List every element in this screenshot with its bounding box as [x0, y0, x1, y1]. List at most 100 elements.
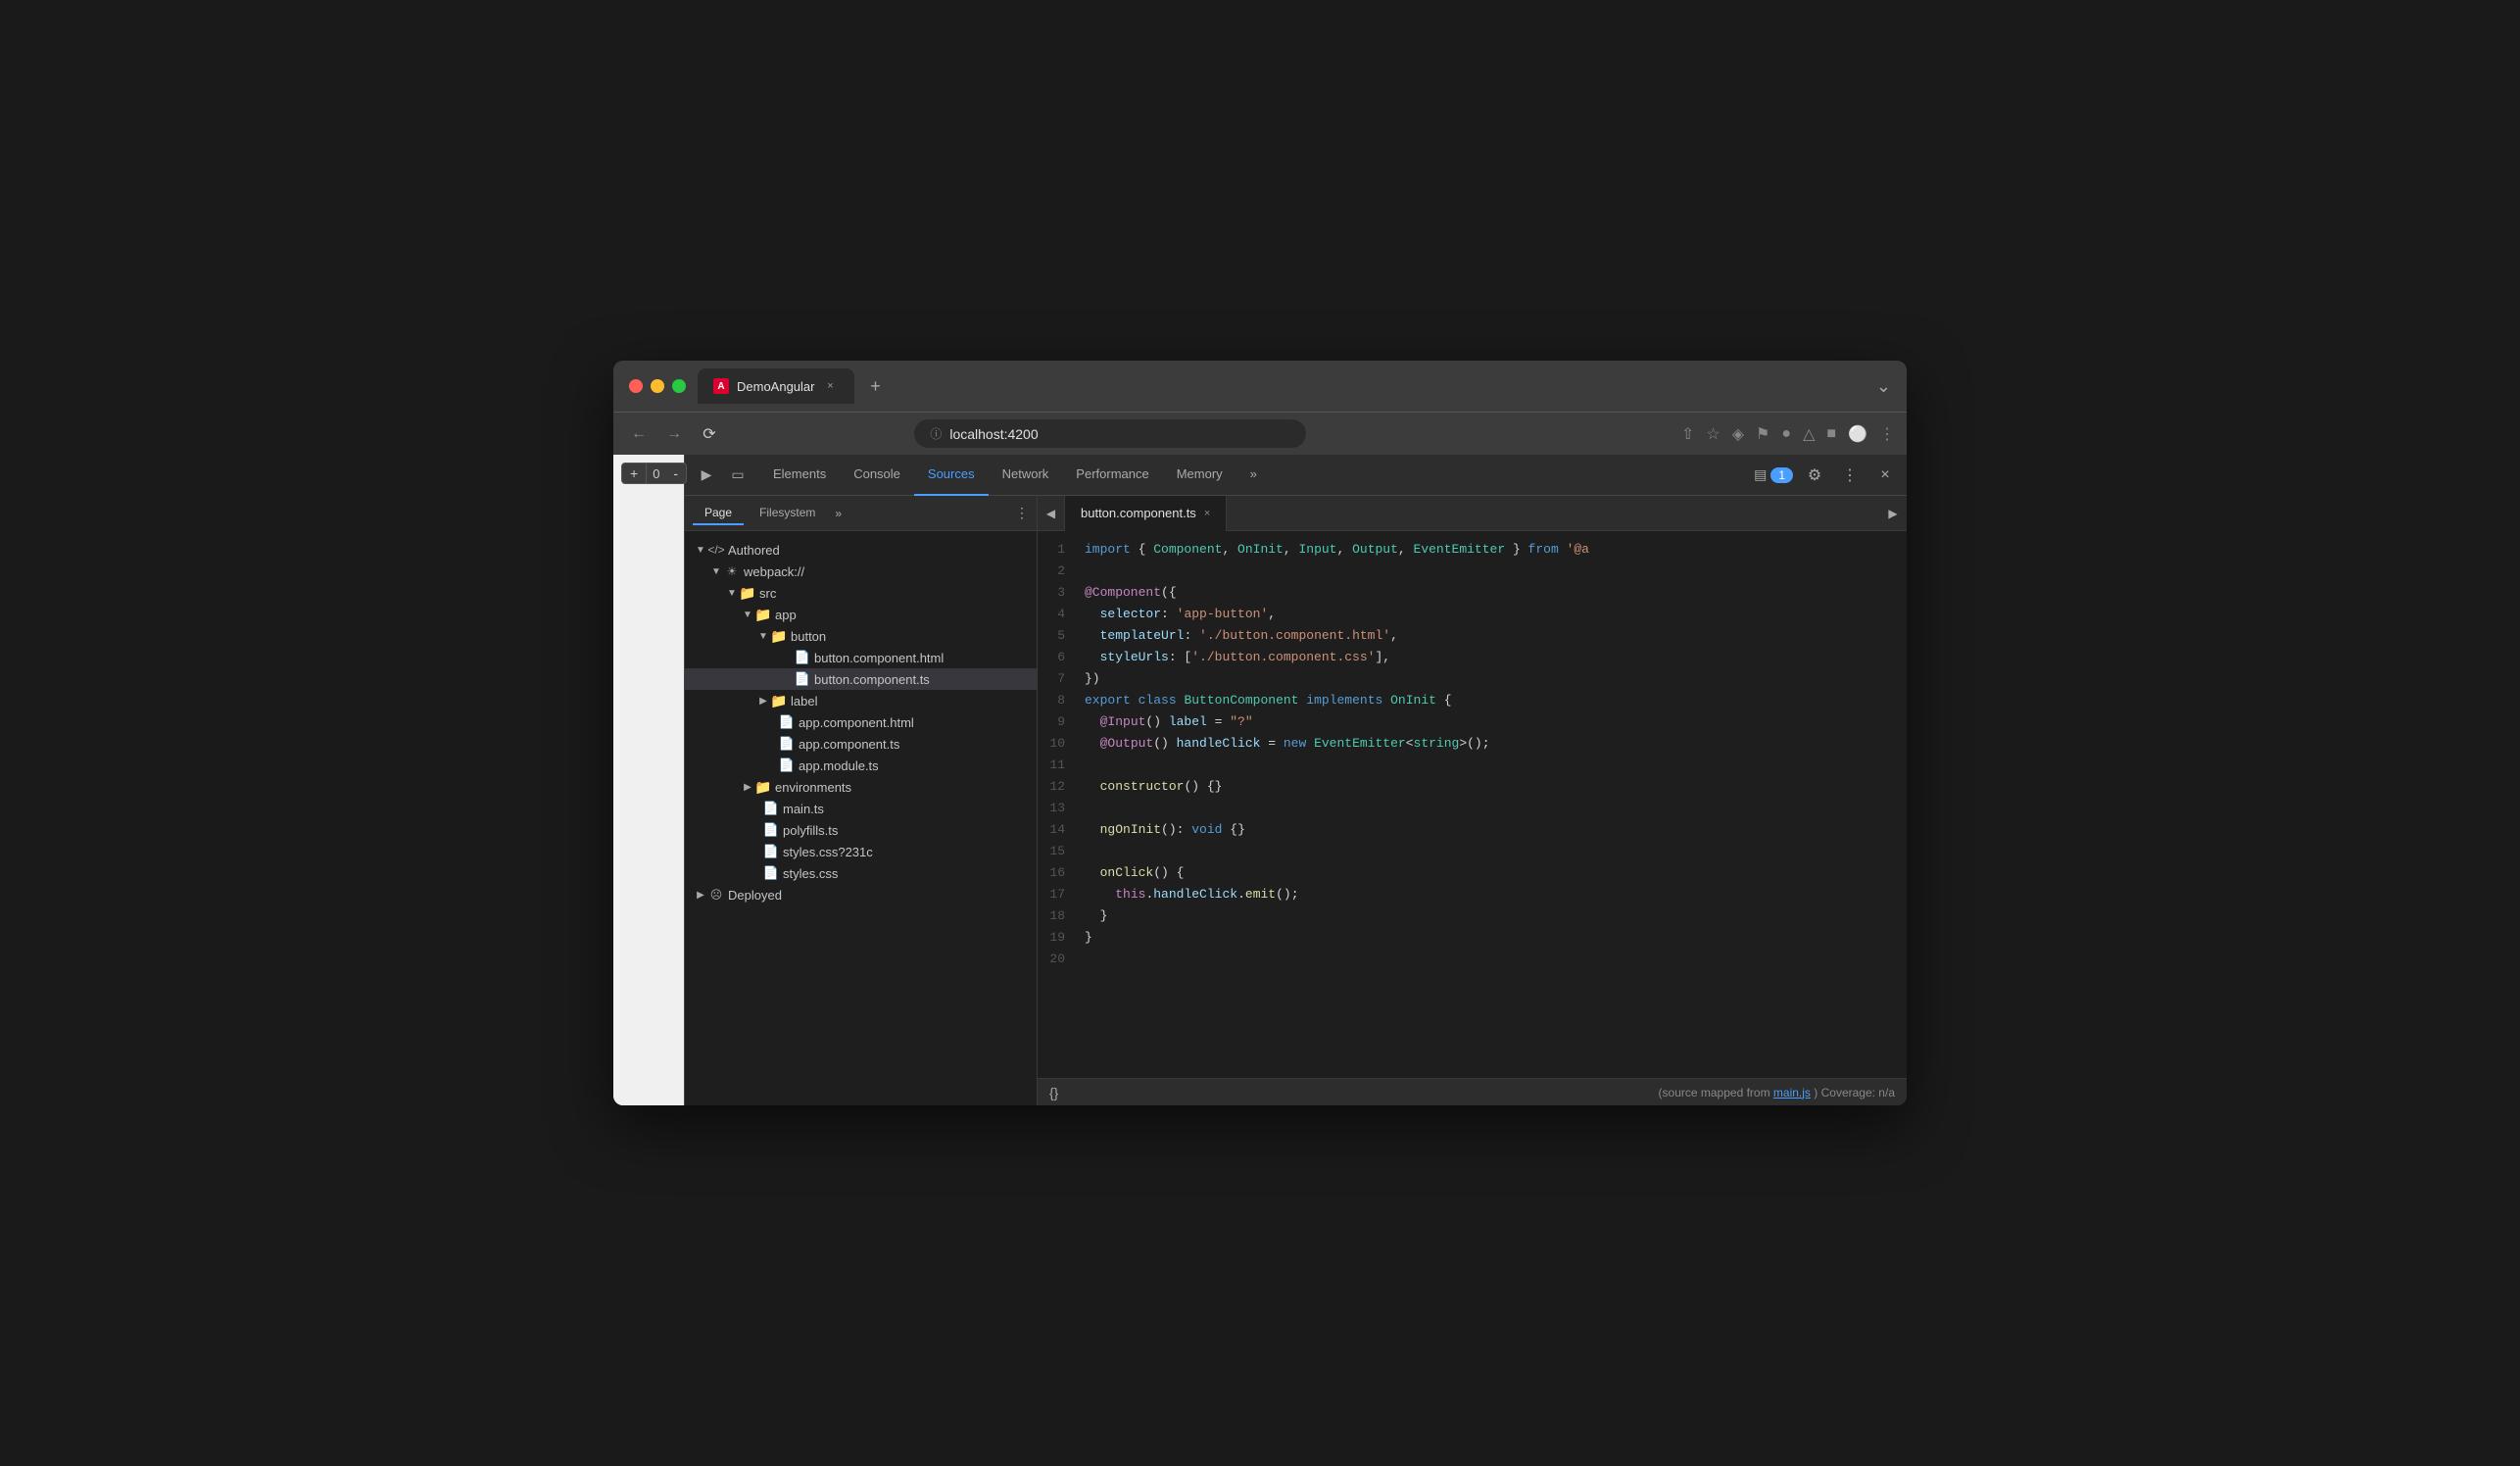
tab-console[interactable]: Console — [840, 455, 914, 496]
title-bar: A DemoAngular × + ⌄ — [613, 361, 1907, 412]
sources-tab-page[interactable]: Page — [693, 502, 744, 525]
forward-button[interactable]: → — [660, 420, 688, 448]
share-icon[interactable]: ⇧ — [1681, 424, 1694, 444]
code-token: , — [1398, 542, 1414, 557]
tree-item-webpack[interactable]: ▼ ☀ webpack:// — [685, 561, 1037, 582]
tab-memory[interactable]: Memory — [1163, 455, 1236, 496]
tab-more[interactable]: » — [1236, 455, 1271, 496]
app-label: app — [775, 608, 797, 622]
code-token: './button.component.css' — [1191, 650, 1375, 664]
code-line: onClick() { — [1085, 862, 1907, 884]
code-token: string — [1414, 736, 1460, 751]
tab-network[interactable]: Network — [989, 455, 1063, 496]
code-content-area[interactable]: 1234567891011121314151617181920 import {… — [1038, 531, 1907, 1078]
devtools-chat-icon[interactable]: ▤ — [1754, 466, 1767, 483]
code-token: , — [1284, 542, 1299, 557]
tree-item-label-folder[interactable]: ▶ 📁 label — [685, 690, 1037, 711]
devtools-close-icon[interactable]: × — [1871, 462, 1899, 489]
code-token: ], — [1375, 650, 1390, 664]
zoom-minus-button[interactable]: - — [665, 464, 686, 483]
tree-item-src[interactable]: ▼ 📁 src — [685, 582, 1037, 604]
code-token: { — [1131, 542, 1153, 557]
tree-item-app-ts[interactable]: ▶ 📄 app.component.ts — [685, 733, 1037, 755]
code-token: . — [1237, 887, 1245, 902]
reload-button[interactable]: ⟳ — [696, 420, 723, 448]
inspect-element-icon[interactable]: ▶ — [693, 462, 720, 489]
code-token: (); — [1276, 887, 1298, 902]
extension5-icon[interactable]: ■ — [1826, 425, 1836, 443]
code-token: (): — [1161, 822, 1191, 837]
tree-item-styles-css[interactable]: ▶ 📄 styles.css — [685, 862, 1037, 884]
tree-item-button-folder[interactable]: ▼ 📁 button — [685, 625, 1037, 647]
maximize-traffic-light[interactable] — [672, 379, 686, 393]
code-token: Output — [1352, 542, 1398, 557]
code-line — [1085, 949, 1907, 970]
editor-tab-close-icon[interactable]: × — [1204, 508, 1210, 519]
tree-item-environments[interactable]: ▶ 📁 environments — [685, 776, 1037, 798]
back-button[interactable]: ← — [625, 420, 653, 448]
line-number: 16 — [1038, 862, 1077, 884]
url-bar[interactable]: ⓘ localhost:4200 — [914, 419, 1306, 448]
menu-icon[interactable]: ⋮ — [1879, 424, 1895, 444]
tab-elements[interactable]: Elements — [759, 455, 840, 496]
browser-tab[interactable]: A DemoAngular × — [698, 368, 854, 404]
extension4-icon[interactable]: △ — [1803, 424, 1815, 444]
tree-item-app-module[interactable]: ▶ 📄 app.module.ts — [685, 755, 1037, 776]
bookmark-icon[interactable]: ☆ — [1706, 424, 1720, 444]
editor-file-tab-active[interactable]: button.component.ts × — [1065, 496, 1227, 531]
window-chevron-icon[interactable]: ⌄ — [1876, 376, 1891, 397]
line-number: 8 — [1038, 690, 1077, 711]
devtools-more-icon[interactable]: ⋮ — [1836, 462, 1864, 489]
page-area: + 0 - — [613, 455, 684, 1105]
sources-tab-filesystem[interactable]: Filesystem — [748, 502, 827, 525]
devtools-settings-icon[interactable]: ⚙ — [1801, 462, 1828, 489]
tree-item-authored[interactable]: ▼ </> Authored — [685, 539, 1037, 561]
tab-performance[interactable]: Performance — [1062, 455, 1162, 496]
folder-button-icon: 📁 — [771, 628, 787, 644]
sources-tab-more-icon[interactable]: » — [835, 507, 842, 520]
code-lines[interactable]: import { Component, OnInit, Input, Outpu… — [1077, 531, 1907, 1078]
device-toolbar-icon[interactable]: ▭ — [724, 462, 751, 489]
format-icon[interactable]: {} — [1049, 1085, 1058, 1100]
tree-item-button-html[interactable]: ▶ 📄 button.component.html — [685, 647, 1037, 668]
tree-item-button-ts[interactable]: ▶ 📄 button.component.ts — [685, 668, 1037, 690]
tree-item-app-html[interactable]: ▶ 📄 app.component.html — [685, 711, 1037, 733]
sources-menu-icon[interactable]: ⋮ — [1015, 505, 1029, 521]
code-token: >(); — [1459, 736, 1489, 751]
extension1-icon[interactable]: ◈ — [1732, 424, 1744, 444]
editor-nav-back-icon[interactable]: ◀ — [1038, 496, 1065, 531]
zoom-plus-button[interactable]: + — [622, 464, 647, 483]
new-tab-button[interactable]: + — [862, 372, 890, 400]
main-content: + 0 - ▶ ▭ Elements Console Sources Netwo… — [613, 455, 1907, 1105]
minimize-traffic-light[interactable] — [651, 379, 664, 393]
code-token: styleUrls — [1100, 650, 1169, 664]
tree-item-deployed[interactable]: ▶ ☹ Deployed — [685, 884, 1037, 905]
code-line — [1085, 798, 1907, 819]
line-number: 15 — [1038, 841, 1077, 862]
src-label: src — [759, 586, 776, 601]
profile-icon[interactable]: ⚪ — [1848, 424, 1867, 444]
extension3-icon[interactable]: ● — [1781, 425, 1791, 443]
code-token: { — [1436, 693, 1452, 708]
tree-item-app[interactable]: ▼ 📁 app — [685, 604, 1037, 625]
tab-close-button[interactable]: × — [823, 378, 839, 394]
close-traffic-light[interactable] — [629, 379, 643, 393]
code-token: new — [1284, 736, 1306, 751]
code-token: EventEmitter — [1414, 542, 1506, 557]
url-text: localhost:4200 — [949, 426, 1038, 442]
deployed-label: Deployed — [728, 888, 782, 903]
button-ts-label: button.component.ts — [814, 672, 930, 687]
folder-app-icon: 📁 — [755, 607, 771, 622]
code-token — [1559, 542, 1567, 557]
tree-item-main-ts[interactable]: ▶ 📄 main.ts — [685, 798, 1037, 819]
ts-file-icon: 📄 — [795, 671, 810, 687]
tree-item-styles-hash[interactable]: ▶ 📄 styles.css?231c — [685, 841, 1037, 862]
folder-env-icon: 📁 — [755, 779, 771, 795]
tree-item-polyfills[interactable]: ▶ 📄 polyfills.ts — [685, 819, 1037, 841]
main-js-link[interactable]: main.js — [1773, 1086, 1811, 1100]
extension2-icon[interactable]: ⚑ — [1756, 424, 1769, 444]
editor-collapse-icon[interactable]: ▶ — [1879, 496, 1907, 531]
tab-sources[interactable]: Sources — [914, 455, 989, 496]
code-token: () — [1145, 714, 1168, 729]
code-token: handleClick — [1153, 887, 1237, 902]
